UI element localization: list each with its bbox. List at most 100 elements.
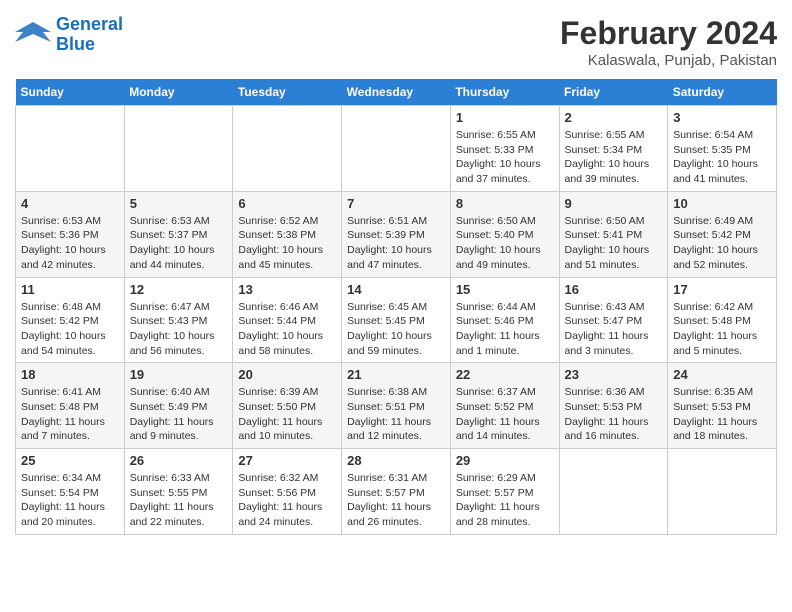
day-number: 14: [347, 282, 445, 297]
day-number: 7: [347, 196, 445, 211]
calendar-cell: 8 Sunrise: 6:50 AM Sunset: 5:40 PM Daylig…: [450, 191, 559, 277]
day-info: Sunrise: 6:54 AM Sunset: 5:35 PM Dayligh…: [673, 128, 771, 187]
day-number: 2: [565, 110, 663, 125]
header-monday: Monday: [124, 79, 233, 106]
calendar-cell: 4 Sunrise: 6:53 AM Sunset: 5:36 PM Daylig…: [16, 191, 125, 277]
day-info: Sunrise: 6:35 AM Sunset: 5:53 PM Dayligh…: [673, 385, 771, 444]
title-area: February 2024 Kalaswala, Punjab, Pakista…: [560, 15, 777, 69]
day-number: 9: [565, 196, 663, 211]
day-info: Sunrise: 6:43 AM Sunset: 5:47 PM Dayligh…: [565, 300, 663, 359]
page-subtitle: Kalaswala, Punjab, Pakistan: [560, 52, 777, 69]
calendar-cell: 26Sunrise: 6:33 AM Sunset: 5:55 PM Dayli…: [124, 449, 233, 535]
calendar-cell: 13 Sunrise: 6:46 AM Sunset: 5:44 PM Dayli…: [233, 277, 342, 363]
calendar-cell: [16, 106, 125, 192]
logo: General Blue: [15, 15, 123, 55]
day-number: 26: [130, 453, 228, 468]
calendar-cell: 14 Sunrise: 6:45 AM Sunset: 5:45 PM Dayli…: [342, 277, 451, 363]
header-thursday: Thursday: [450, 79, 559, 106]
calendar-cell: 16 Sunrise: 6:43 AM Sunset: 5:47 PM Dayli…: [559, 277, 668, 363]
calendar-cell: [124, 106, 233, 192]
week-row-5: 25Sunrise: 6:34 AM Sunset: 5:54 PM Dayli…: [16, 449, 777, 535]
day-number: 27: [238, 453, 336, 468]
day-number: 21: [347, 367, 445, 382]
day-info: Sunrise: 6:37 AM Sunset: 5:52 PM Dayligh…: [456, 385, 554, 444]
day-number: 13: [238, 282, 336, 297]
header-sunday: Sunday: [16, 79, 125, 106]
calendar-cell: 18 Sunrise: 6:41 AM Sunset: 5:48 PM Dayli…: [16, 363, 125, 449]
calendar-cell: 10 Sunrise: 6:49 AM Sunset: 5:42 PM Dayli…: [668, 191, 777, 277]
day-info: Sunrise: 6:48 AM Sunset: 5:42 PM Dayligh…: [21, 300, 119, 359]
calendar-cell: 9Sunrise: 6:50 AM Sunset: 5:41 PM Daylig…: [559, 191, 668, 277]
day-info: Sunrise: 6:29 AM Sunset: 5:57 PM Dayligh…: [456, 471, 554, 530]
day-number: 29: [456, 453, 554, 468]
day-number: 6: [238, 196, 336, 211]
day-info: Sunrise: 6:55 AM Sunset: 5:33 PM Dayligh…: [456, 128, 554, 187]
day-info: Sunrise: 6:49 AM Sunset: 5:42 PM Dayligh…: [673, 214, 771, 273]
day-number: 12: [130, 282, 228, 297]
day-info: Sunrise: 6:50 AM Sunset: 5:40 PM Dayligh…: [456, 214, 554, 273]
day-info: Sunrise: 6:51 AM Sunset: 5:39 PM Dayligh…: [347, 214, 445, 273]
day-info: Sunrise: 6:45 AM Sunset: 5:45 PM Dayligh…: [347, 300, 445, 359]
calendar-cell: 22 Sunrise: 6:37 AM Sunset: 5:52 PM Dayli…: [450, 363, 559, 449]
day-info: Sunrise: 6:44 AM Sunset: 5:46 PM Dayligh…: [456, 300, 554, 359]
day-info: Sunrise: 6:53 AM Sunset: 5:37 PM Dayligh…: [130, 214, 228, 273]
day-number: 4: [21, 196, 119, 211]
calendar-cell: 5 Sunrise: 6:53 AM Sunset: 5:37 PM Daylig…: [124, 191, 233, 277]
day-info: Sunrise: 6:36 AM Sunset: 5:53 PM Dayligh…: [565, 385, 663, 444]
day-number: 24: [673, 367, 771, 382]
week-row-4: 18 Sunrise: 6:41 AM Sunset: 5:48 PM Dayli…: [16, 363, 777, 449]
header-saturday: Saturday: [668, 79, 777, 106]
day-info: Sunrise: 6:41 AM Sunset: 5:48 PM Dayligh…: [21, 385, 119, 444]
calendar-cell: 29 Sunrise: 6:29 AM Sunset: 5:57 PM Dayli…: [450, 449, 559, 535]
calendar-cell: 24 Sunrise: 6:35 AM Sunset: 5:53 PM Dayli…: [668, 363, 777, 449]
day-number: 10: [673, 196, 771, 211]
day-number: 15: [456, 282, 554, 297]
day-info: Sunrise: 6:31 AM Sunset: 5:57 PM Dayligh…: [347, 471, 445, 530]
day-number: 3: [673, 110, 771, 125]
day-number: 23: [565, 367, 663, 382]
day-info: Sunrise: 6:53 AM Sunset: 5:36 PM Dayligh…: [21, 214, 119, 273]
calendar-cell: 19 Sunrise: 6:40 AM Sunset: 5:49 PM Dayli…: [124, 363, 233, 449]
week-row-2: 4 Sunrise: 6:53 AM Sunset: 5:36 PM Daylig…: [16, 191, 777, 277]
day-number: 5: [130, 196, 228, 211]
calendar-cell: 6Sunrise: 6:52 AM Sunset: 5:38 PM Daylig…: [233, 191, 342, 277]
calendar-cell: 27 Sunrise: 6:32 AM Sunset: 5:56 PM Dayli…: [233, 449, 342, 535]
calendar-cell: [559, 449, 668, 535]
calendar-cell: 17Sunrise: 6:42 AM Sunset: 5:48 PM Dayli…: [668, 277, 777, 363]
day-info: Sunrise: 6:46 AM Sunset: 5:44 PM Dayligh…: [238, 300, 336, 359]
week-row-1: 1 Sunrise: 6:55 AM Sunset: 5:33 PM Daylig…: [16, 106, 777, 192]
day-info: Sunrise: 6:55 AM Sunset: 5:34 PM Dayligh…: [565, 128, 663, 187]
page-title: February 2024: [560, 15, 777, 52]
week-row-3: 11 Sunrise: 6:48 AM Sunset: 5:42 PM Dayli…: [16, 277, 777, 363]
day-info: Sunrise: 6:32 AM Sunset: 5:56 PM Dayligh…: [238, 471, 336, 530]
calendar-cell: [233, 106, 342, 192]
header-tuesday: Tuesday: [233, 79, 342, 106]
day-number: 11: [21, 282, 119, 297]
day-number: 1: [456, 110, 554, 125]
calendar-cell: [668, 449, 777, 535]
day-number: 19: [130, 367, 228, 382]
day-number: 22: [456, 367, 554, 382]
day-number: 16: [565, 282, 663, 297]
calendar-cell: 11 Sunrise: 6:48 AM Sunset: 5:42 PM Dayli…: [16, 277, 125, 363]
calendar-cell: 28 Sunrise: 6:31 AM Sunset: 5:57 PM Dayli…: [342, 449, 451, 535]
page-header: General Blue February 2024 Kalaswala, Pu…: [15, 15, 777, 69]
day-number: 8: [456, 196, 554, 211]
header-wednesday: Wednesday: [342, 79, 451, 106]
header-friday: Friday: [559, 79, 668, 106]
logo-text: General Blue: [56, 15, 123, 55]
day-number: 18: [21, 367, 119, 382]
day-info: Sunrise: 6:40 AM Sunset: 5:49 PM Dayligh…: [130, 385, 228, 444]
day-number: 28: [347, 453, 445, 468]
day-number: 25: [21, 453, 119, 468]
calendar-cell: 3 Sunrise: 6:54 AM Sunset: 5:35 PM Daylig…: [668, 106, 777, 192]
calendar-cell: 2 Sunrise: 6:55 AM Sunset: 5:34 PM Daylig…: [559, 106, 668, 192]
calendar-cell: 20Sunrise: 6:39 AM Sunset: 5:50 PM Dayli…: [233, 363, 342, 449]
day-info: Sunrise: 6:38 AM Sunset: 5:51 PM Dayligh…: [347, 385, 445, 444]
calendar-cell: 21 Sunrise: 6:38 AM Sunset: 5:51 PM Dayli…: [342, 363, 451, 449]
calendar-cell: 7 Sunrise: 6:51 AM Sunset: 5:39 PM Daylig…: [342, 191, 451, 277]
day-number: 17: [673, 282, 771, 297]
calendar-cell: [342, 106, 451, 192]
header-row: SundayMondayTuesdayWednesdayThursdayFrid…: [16, 79, 777, 106]
calendar-cell: 12Sunrise: 6:47 AM Sunset: 5:43 PM Dayli…: [124, 277, 233, 363]
